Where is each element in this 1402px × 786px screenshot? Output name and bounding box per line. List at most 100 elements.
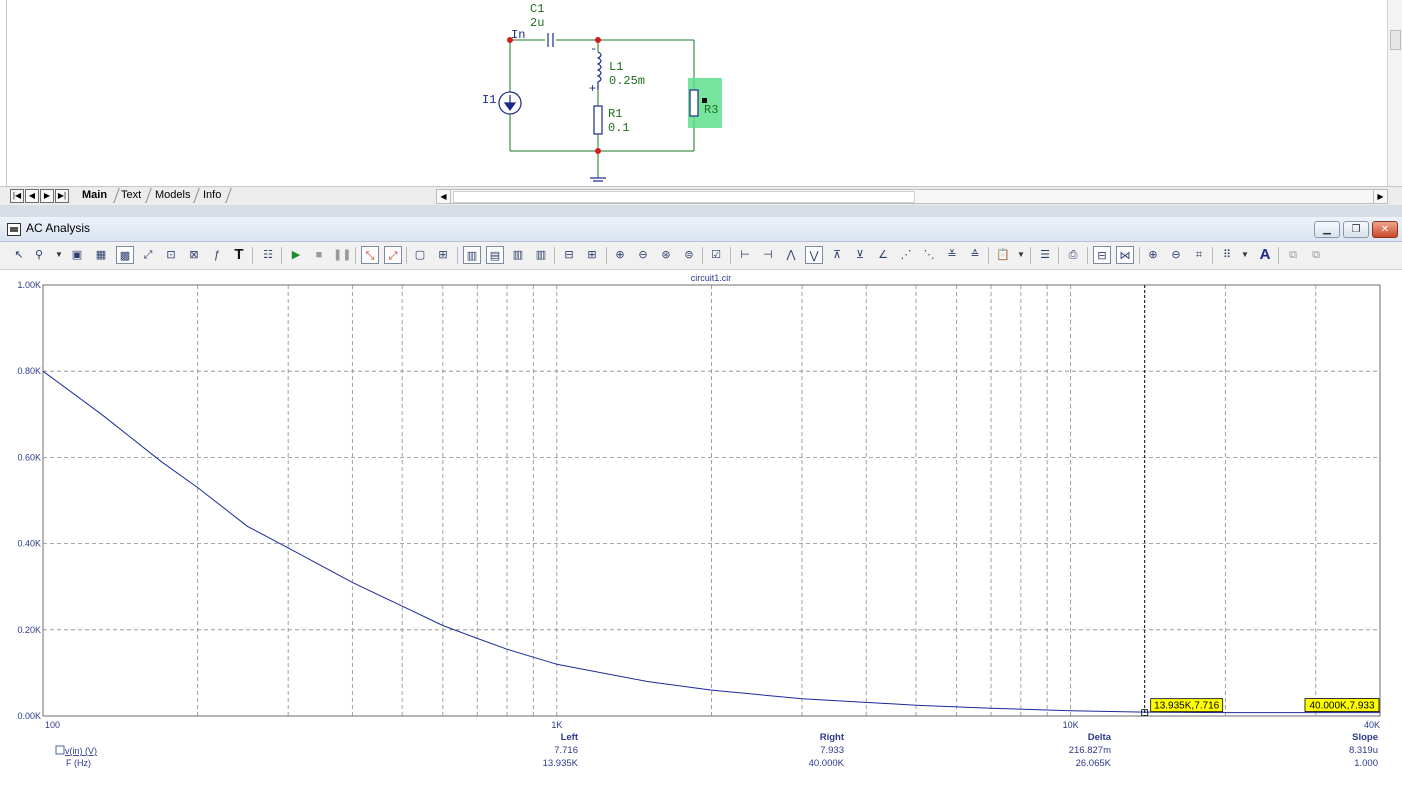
ac-analysis-window: AC Analysis ▁ ❐ ✕ ↖ ⚲ ▼ ▣ ▦ ▩ ⤢ ⊡ ⊠ ƒ T … (0, 217, 1402, 781)
table-icon[interactable]: ⊟ (1093, 246, 1111, 264)
node-in-label: In (511, 28, 525, 42)
top-icon[interactable]: ≚ (943, 246, 961, 264)
formula-icon[interactable]: ⊠ (185, 246, 203, 264)
dropdown-icon[interactable]: ▼ (1241, 246, 1249, 264)
vertical-scrollbar-thumb[interactable] (1390, 30, 1401, 50)
fx-icon[interactable]: ƒ (208, 246, 226, 264)
text-T-icon[interactable]: T (230, 246, 248, 264)
layout-2-icon[interactable]: ▤ (486, 246, 504, 264)
zoom-reset-icon[interactable]: ⊜ (680, 246, 698, 264)
tab-info[interactable]: Info (199, 188, 225, 203)
y-tick-label: 0.60K (17, 452, 41, 462)
grid-small-icon[interactable]: ⊞ (434, 246, 452, 264)
resistor-r1 (593, 105, 603, 135)
prev-page-icon[interactable]: ◀ (25, 189, 39, 203)
check-icon[interactable]: ☑ (707, 246, 725, 264)
i1-name: I1 (482, 93, 496, 107)
horiz-split-icon[interactable]: ⊟ (560, 246, 578, 264)
pane-splitter[interactable] (0, 205, 1402, 217)
data-icon[interactable]: ⎙ (1064, 246, 1082, 264)
toolbar-separator (252, 247, 253, 264)
bottom-icon[interactable]: ≙ (966, 246, 984, 264)
image-icon[interactable]: ▣ (68, 246, 86, 264)
tag-icon[interactable]: ⌗ (1190, 246, 1208, 264)
high-icon[interactable]: ⊼ (828, 246, 846, 264)
circuit-diagram: - + C1 2u In L1 0.25m R1 0.1 I1 R3 (482, 2, 722, 182)
ground-symbol (590, 177, 606, 182)
window-titlebar[interactable]: AC Analysis ▁ ❐ ✕ (0, 217, 1402, 242)
low-icon[interactable]: ⊻ (851, 246, 869, 264)
tab-text[interactable]: Text (117, 188, 145, 203)
run-icon[interactable]: ▶ (287, 246, 305, 264)
schematic-editor[interactable]: - + C1 2u In L1 0.25m R1 0.1 I1 R3 (0, 0, 1402, 186)
minimize-button[interactable]: ▁ (1314, 221, 1340, 238)
toolbar-separator (406, 247, 407, 264)
cursor-delta-x: 26.065K (1076, 758, 1112, 769)
properties-icon[interactable]: ☷ (259, 246, 277, 264)
ac-analysis-chart[interactable]: 0.00K 0.20K 0.40K 0.60K 0.80K 1.00K 100 1K 10K 4… (0, 270, 1402, 781)
align-icon[interactable]: ⋈ (1116, 246, 1134, 264)
cursor-icon[interactable]: ⤢ (139, 246, 157, 264)
x-tick-label: 10K (1063, 720, 1079, 730)
cursor-left-x: 13.935K (543, 758, 579, 769)
list-icon[interactable]: ☰ (1036, 246, 1054, 264)
probe-icon[interactable]: ⚲ (30, 246, 48, 264)
global-high-icon[interactable]: ⋰ (897, 246, 915, 264)
node-bottom (595, 148, 601, 154)
zoom-fit-icon[interactable]: ⊛ (657, 246, 675, 264)
plot-area[interactable]: 0.00K 0.20K 0.40K 0.60K 0.80K 1.00K 100 1K 10K 4… (0, 270, 1402, 781)
edit-red-icon[interactable]: ⤡ (361, 246, 379, 264)
restore-button[interactable]: ❐ (1343, 221, 1369, 238)
dropdown-icon[interactable]: ▼ (55, 246, 63, 264)
stop-icon[interactable]: ■ (310, 246, 328, 264)
layout-1-icon[interactable]: ▥ (463, 246, 481, 264)
scroll-left-icon[interactable]: ◀ (437, 190, 451, 203)
layout-3-icon[interactable]: ▥ (509, 246, 527, 264)
copy-icon[interactable]: ⧉ (1284, 246, 1302, 264)
l1-name: L1 (609, 60, 623, 74)
magnify-plus-icon[interactable]: ⊕ (1144, 246, 1162, 264)
cursor-left-icon[interactable]: ⊢ (736, 246, 754, 264)
select-arrow-icon[interactable]: ↖ (10, 246, 28, 264)
cursor-right-icon[interactable]: ⊣ (759, 246, 777, 264)
font-A-icon[interactable]: A (1256, 246, 1274, 264)
page-tab-strip: |◀ ◀ ▶ ▶| Main Text Models Info ◀ ▶ (0, 186, 1402, 206)
split-4-icon[interactable]: ⊞ (583, 246, 601, 264)
zoom-in-icon[interactable]: ⊕ (611, 246, 629, 264)
first-page-icon[interactable]: |◀ (10, 189, 24, 203)
close-button[interactable]: ✕ (1372, 221, 1398, 238)
dots-icon[interactable]: ⠿ (1218, 246, 1236, 264)
toolbar-separator (457, 247, 458, 264)
scroll-right-icon[interactable]: ▶ (1373, 190, 1387, 203)
clipboard-icon[interactable]: 📋 (994, 246, 1012, 264)
next-page-icon[interactable]: ▶ (40, 189, 54, 203)
edit-red2-icon[interactable]: ⤢ (384, 246, 402, 264)
rect-icon[interactable]: ▢ (411, 246, 429, 264)
layout-4-icon[interactable]: ▥ (532, 246, 550, 264)
magnify-minus-icon[interactable]: ⊖ (1167, 246, 1185, 264)
horizontal-scrollbar[interactable]: ◀ ▶ (436, 189, 1388, 204)
left-cursor-label: 13.935K,7.716 (1154, 701, 1219, 712)
scope-icon[interactable]: ▦ (92, 246, 110, 264)
grid-icon[interactable]: ▩ (116, 246, 134, 264)
toolbar-separator (554, 247, 555, 264)
tab-models[interactable]: Models (151, 188, 194, 203)
toolbar-separator (1278, 247, 1279, 264)
zoom-region-icon[interactable]: ⊡ (162, 246, 180, 264)
global-low-icon[interactable]: ⋱ (920, 246, 938, 264)
valley-icon[interactable]: ⋁ (805, 246, 823, 264)
cursor-table-header-left: Left (561, 732, 579, 743)
c1-value: 2u (530, 16, 544, 30)
dropdown-icon[interactable]: ▼ (1017, 246, 1025, 264)
pause-icon[interactable]: ❚❚ (333, 246, 351, 264)
last-page-icon[interactable]: ▶| (55, 189, 69, 203)
horizontal-scrollbar-thumb[interactable] (453, 191, 915, 203)
tab-main[interactable]: Main (78, 188, 111, 203)
toolbar-separator (1030, 247, 1031, 264)
vertical-scrollbar[interactable] (1387, 0, 1402, 186)
paste-icon[interactable]: ⧉ (1307, 246, 1325, 264)
inflection-icon[interactable]: ∠ (874, 246, 892, 264)
peak-icon[interactable]: ⋀ (782, 246, 800, 264)
zoom-out-icon[interactable]: ⊖ (634, 246, 652, 264)
cursor-table-header-slope: Slope (1352, 732, 1378, 743)
